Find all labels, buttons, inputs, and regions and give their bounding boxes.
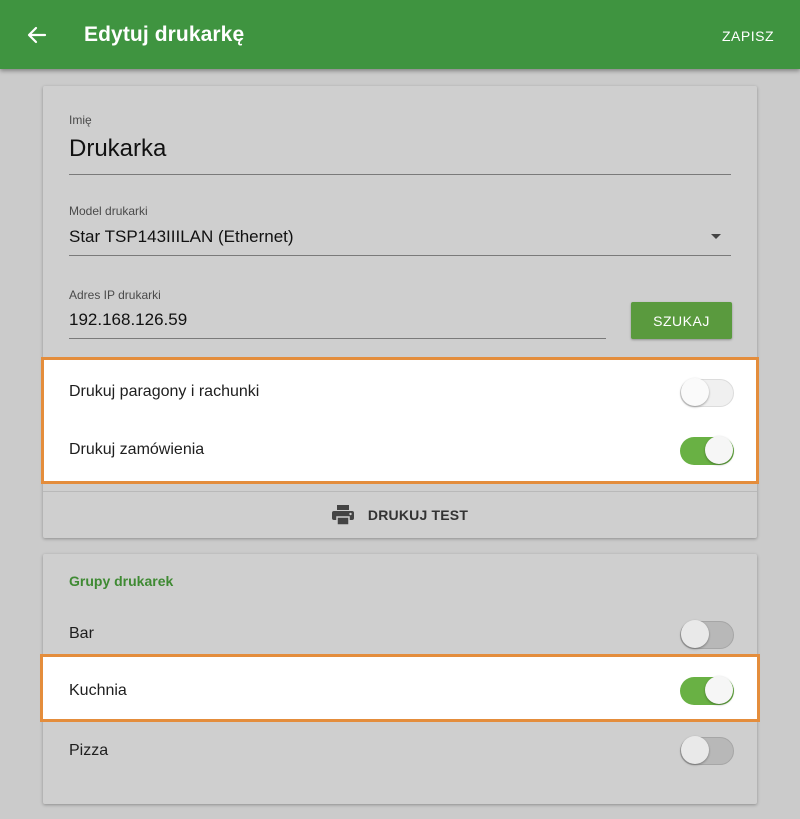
print-test-button[interactable]: DRUKUJ TEST xyxy=(43,492,757,538)
toggle-thumb xyxy=(705,436,733,464)
model-select[interactable]: Model drukarki Star TSP143IIILAN (Ethern… xyxy=(69,204,294,247)
arrow-left-icon xyxy=(27,26,47,44)
name-field-underline xyxy=(69,174,731,175)
group-bar-toggle[interactable] xyxy=(680,618,734,650)
search-button[interactable]: SZUKAJ xyxy=(631,302,732,339)
ip-address-field[interactable]: Adres IP drukarki 192.168.126.59 xyxy=(69,288,187,330)
group-item-label: Pizza xyxy=(69,742,109,759)
kitchen-group-highlight: Kuchnia xyxy=(40,654,760,722)
model-select-underline xyxy=(69,255,731,256)
group-item-label: Kuchnia xyxy=(69,682,127,699)
toggle-thumb xyxy=(681,378,709,406)
model-select-label: Model drukarki xyxy=(69,204,148,218)
print-receipts-label: Drukuj paragony i rachunki xyxy=(69,383,260,400)
back-button[interactable] xyxy=(22,20,52,50)
print-options-highlight: Drukuj paragony i rachunki Drukuj zamówi… xyxy=(41,357,759,484)
print-orders-label: Drukuj zamówienia xyxy=(69,441,205,458)
toggle-thumb xyxy=(681,736,709,764)
group-item-label: Bar xyxy=(69,625,94,642)
printer-icon xyxy=(331,505,354,525)
group-kitchen-toggle[interactable] xyxy=(680,674,734,706)
page-title: Edytuj drukarkę xyxy=(84,23,245,46)
toggle-thumb xyxy=(705,676,733,704)
ip-address-value[interactable]: 192.168.126.59 xyxy=(69,310,187,330)
ip-address-label: Adres IP drukarki xyxy=(69,288,161,302)
app-bar: Edytuj drukarkę ZAPISZ xyxy=(0,0,800,69)
name-field-value[interactable]: Drukarka xyxy=(69,135,166,163)
name-field[interactable]: Imię Drukarka xyxy=(69,113,166,163)
group-pizza-toggle[interactable] xyxy=(680,734,734,766)
section-title: Grupy drukarek xyxy=(69,573,174,589)
name-field-label: Imię xyxy=(69,113,92,127)
ip-address-underline xyxy=(69,338,606,339)
save-button[interactable]: ZAPISZ xyxy=(722,28,774,44)
print-test-label: DRUKUJ TEST xyxy=(367,507,469,523)
model-select-value[interactable]: Star TSP143IIILAN (Ethernet) xyxy=(69,227,294,247)
chevron-down-icon[interactable] xyxy=(711,234,721,239)
print-orders-toggle[interactable] xyxy=(680,434,734,466)
print-receipts-toggle[interactable] xyxy=(680,376,734,408)
toggle-thumb xyxy=(681,620,709,648)
